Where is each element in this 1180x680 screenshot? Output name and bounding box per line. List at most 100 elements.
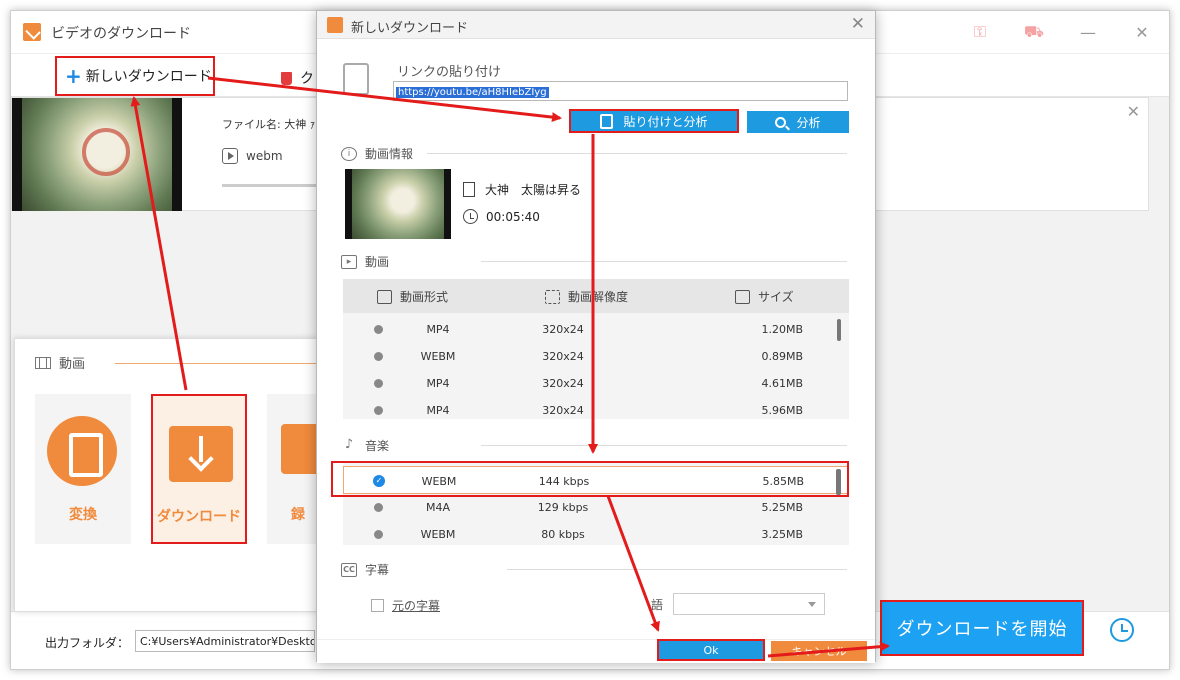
cc-icon: CC	[341, 562, 357, 577]
video-table-scrollbar[interactable]	[837, 319, 841, 341]
category-divider	[115, 363, 325, 364]
original-subtitle-label: 元の字幕	[392, 599, 441, 613]
original-subtitle-checkbox[interactable]	[371, 599, 384, 612]
radio-button[interactable]	[374, 530, 383, 539]
col-resolution: 動画解像度	[545, 288, 628, 305]
clear-button[interactable]: ク	[281, 68, 314, 88]
new-download-button[interactable]: + 新しいダウンロード	[55, 56, 215, 96]
paste-and-analyze-button[interactable]: 貼り付けと分析	[569, 109, 739, 133]
col-resolution-label: 動画解像度	[568, 290, 629, 304]
task-format-label: webm	[246, 149, 283, 163]
task-close-icon[interactable]: ✕	[1127, 102, 1140, 121]
task-progress-bar	[222, 184, 322, 187]
row-resolution: 320x24	[542, 350, 584, 363]
music-section-header: ♪ 音楽	[341, 437, 389, 454]
analyze-button-label: 分析	[796, 115, 821, 130]
size-column-icon	[735, 289, 750, 304]
video-info-title: 動画情報	[365, 147, 414, 161]
video-section-title: 動画	[365, 255, 390, 269]
ok-button[interactable]: Ok	[657, 639, 765, 661]
minimize-icon[interactable]: —	[1061, 23, 1115, 42]
radio-button[interactable]	[374, 325, 383, 334]
new-download-label: 新しいダウンロード	[85, 69, 212, 85]
subtitle-section-header: CC 字幕	[341, 561, 389, 578]
video-duration-row: 00:05:40	[463, 209, 540, 224]
link-paste-label: リンクの貼り付け	[397, 65, 502, 80]
table-row[interactable]: MP4 320x24 4.61MB	[343, 369, 849, 397]
row-bitrate: 129 kbps	[537, 501, 589, 514]
trash-icon	[281, 71, 292, 85]
convert-card[interactable]: 変換	[35, 394, 131, 544]
category-title: 動画	[59, 357, 86, 372]
music-note-icon: ♪	[344, 436, 354, 452]
row-format: M4A	[425, 501, 450, 514]
col-format-label: 動画形式	[400, 290, 449, 304]
info-icon: i	[341, 146, 357, 161]
table-row[interactable]: WEBM 80 kbps 3.25MB	[343, 520, 849, 545]
start-download-button[interactable]: ダウンロードを開始	[880, 600, 1084, 656]
cancel-button[interactable]: キャンセル	[771, 641, 867, 661]
video-format-table: 動画形式 動画解像度 サイズ MP4 320x24 1.20MB WEBM 32…	[343, 279, 849, 419]
radio-button[interactable]	[374, 503, 383, 512]
key-icon[interactable]: ⚿	[953, 22, 1007, 42]
row-resolution: 320x24	[542, 323, 584, 336]
row-size: 3.25MB	[761, 528, 803, 541]
radio-button[interactable]	[374, 379, 383, 388]
cart-icon[interactable]: ⛟	[1007, 22, 1061, 43]
radio-button[interactable]	[374, 406, 383, 415]
video-format-icon	[222, 148, 238, 164]
category-header: 動画	[35, 353, 85, 372]
download-icon	[169, 426, 233, 482]
download-label: ダウンロード	[157, 509, 241, 525]
alarm-clock-icon[interactable]	[1110, 618, 1134, 642]
titlebar-controls: ⚿ ⛟ — ✕	[953, 11, 1169, 53]
analyze-button[interactable]: 分析	[747, 111, 849, 133]
music-section-title: 音楽	[365, 439, 390, 453]
radio-button[interactable]	[374, 352, 383, 361]
table-row[interactable]: MP4 320x24 5.96MB	[343, 396, 849, 419]
table-row[interactable]: M4A 129 kbps 5.25MB	[343, 493, 849, 521]
video-section-header: ▸ 動画	[341, 253, 389, 270]
clear-label: ク	[300, 71, 314, 87]
output-folder-input[interactable]: C:¥Users¥Administrator¥Desktop	[135, 630, 315, 652]
row-size: 5.25MB	[761, 501, 803, 514]
close-icon[interactable]: ✕	[1115, 23, 1169, 42]
row-format: MP4	[426, 404, 450, 417]
row-resolution: 320x24	[542, 404, 584, 417]
clipboard-link-icon	[343, 63, 369, 95]
category-panel: 動画 変換 ダウンロード 録	[14, 338, 334, 612]
subtitle-divider	[507, 569, 847, 570]
resolution-column-icon	[545, 289, 560, 304]
record-label: 録	[291, 507, 305, 523]
col-size-label: サイズ	[758, 290, 794, 304]
convert-label: 変換	[69, 507, 97, 523]
info-divider	[427, 153, 847, 154]
paste-icon	[600, 113, 614, 129]
original-subtitle-option[interactable]: 元の字幕	[371, 597, 440, 614]
app-logo-icon	[23, 23, 41, 41]
video-title-row: 大神 太陽は昇る	[463, 181, 581, 198]
new-download-dialog: 新しいダウンロード ✕ リンクの貼り付け https://youtu.be/aH…	[316, 10, 876, 663]
url-value: https://youtu.be/aH8HIebZIyg	[396, 87, 549, 98]
clock-icon	[463, 209, 478, 224]
format-column-icon	[377, 289, 392, 304]
row-resolution: 320x24	[542, 377, 584, 390]
row-size: 4.61MB	[761, 377, 803, 390]
table-row[interactable]: MP4 320x24 1.20MB	[343, 315, 849, 343]
language-select[interactable]	[673, 593, 825, 615]
col-format: 動画形式	[377, 288, 448, 305]
row-size: 1.20MB	[761, 323, 803, 336]
music-divider	[481, 445, 847, 446]
url-input[interactable]: https://youtu.be/aH8HIebZIyg	[393, 81, 848, 101]
row-format: MP4	[426, 377, 450, 390]
row-bitrate: 80 kbps	[541, 528, 585, 541]
task-thumbnail	[12, 98, 182, 211]
app-title: ビデオのダウンロード	[51, 26, 191, 42]
film-icon: ▸	[341, 254, 357, 269]
download-card[interactable]: ダウンロード	[151, 394, 247, 544]
row-format: WEBM	[420, 528, 456, 541]
table-row[interactable]: WEBM 320x24 0.89MB	[343, 342, 849, 370]
output-folder-label: 出力フォルダ：	[45, 636, 130, 650]
dialog-close-icon[interactable]: ✕	[851, 14, 865, 34]
video-thumbnail	[345, 169, 451, 239]
